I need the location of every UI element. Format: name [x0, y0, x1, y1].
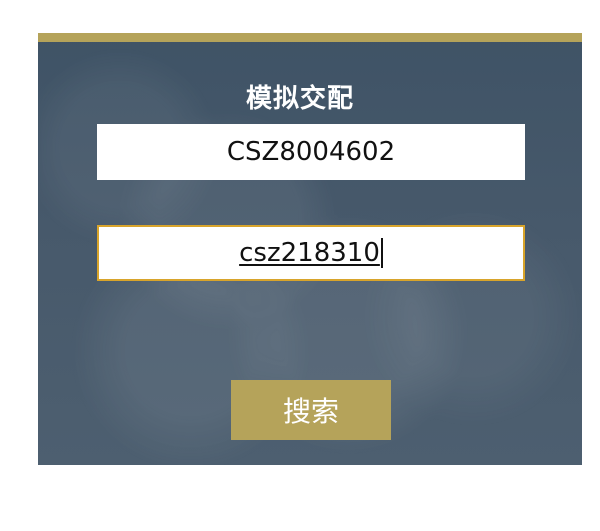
dialog-title: 模拟交配	[245, 84, 354, 114]
first-animal-field[interactable]	[97, 124, 525, 180]
second-animal-field[interactable]: csz218310	[97, 225, 525, 281]
second-animal-input[interactable]: csz218310	[239, 238, 380, 268]
top-accent-bar	[38, 33, 582, 42]
text-caret	[380, 238, 383, 268]
first-animal-input[interactable]	[97, 124, 525, 180]
search-button[interactable]: 搜索	[231, 380, 391, 440]
